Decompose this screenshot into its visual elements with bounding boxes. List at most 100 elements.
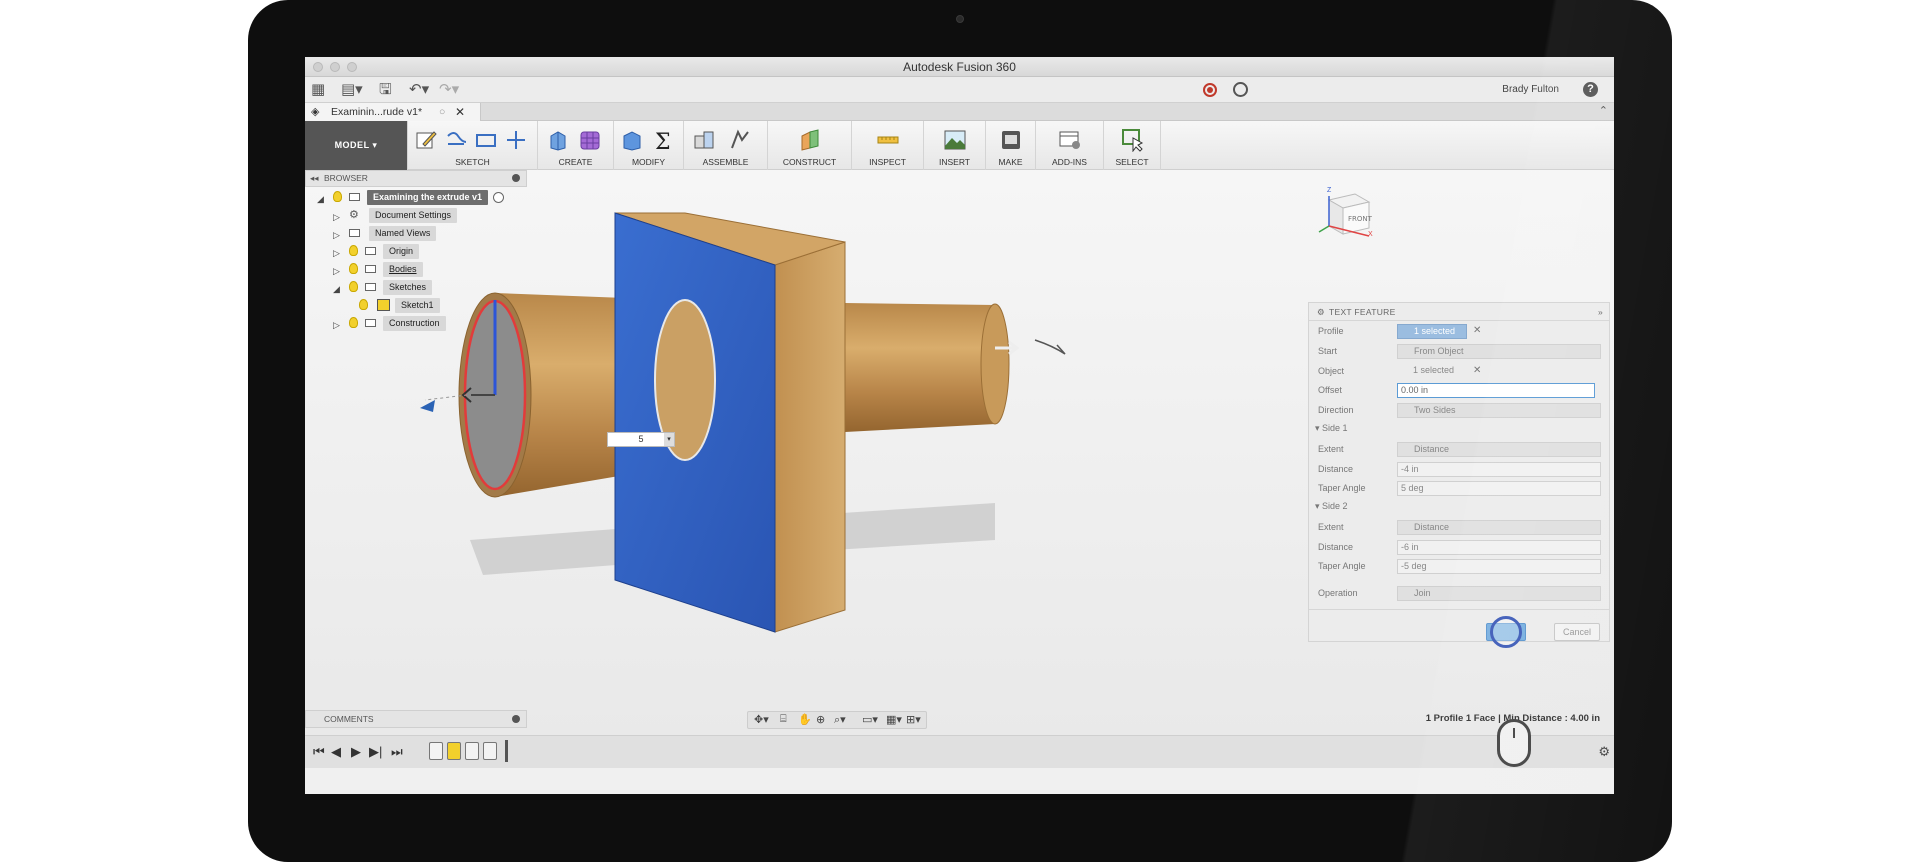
modify-group[interactable]: Σ MODIFY	[613, 121, 683, 170]
extrude-icon[interactable]	[546, 128, 570, 152]
browser-item-bodies[interactable]: ▷ Bodies	[333, 262, 503, 277]
step-back-icon[interactable]: ◀	[331, 744, 341, 760]
side2-distance-input[interactable]: -6 in	[1397, 540, 1601, 555]
close-window-button[interactable]	[313, 62, 323, 72]
undo-icon[interactable]: ↶▾	[409, 81, 429, 99]
document-tab[interactable]: ◈ Examinin...rude v1* ○ ✕	[305, 103, 481, 121]
operation-dropdown[interactable]: Join	[1397, 586, 1601, 601]
3d-print-icon[interactable]	[999, 128, 1023, 152]
dialog-header[interactable]: ⚙ TEXT FEATURE »	[1309, 303, 1609, 321]
browser-item-sketch1[interactable]: Sketch1	[359, 298, 499, 313]
maximize-window-button[interactable]	[347, 62, 357, 72]
new-component-icon[interactable]	[692, 128, 716, 152]
sum-icon[interactable]: Σ	[652, 128, 676, 152]
step-forward-icon[interactable]: ▶|	[369, 744, 382, 760]
visibility-bulb-icon[interactable]	[349, 317, 358, 328]
select-group[interactable]: SELECT	[1103, 121, 1161, 170]
timeline-settings-icon[interactable]: ⚙	[1598, 744, 1610, 760]
zoom-icon[interactable]: ⊕	[816, 713, 825, 726]
side1-extent-dropdown[interactable]: Distance	[1397, 442, 1601, 457]
insert-group[interactable]: INSERT	[923, 121, 985, 170]
direction-dropdown[interactable]: Two Sides	[1397, 403, 1601, 418]
create-sketch-icon[interactable]	[414, 128, 438, 152]
save-icon[interactable]: 🖫	[379, 81, 392, 99]
clear-selection-icon[interactable]: ✕	[1473, 325, 1481, 336]
right-cylinder[interactable]	[845, 303, 995, 432]
browser-root[interactable]: ◢ Examining the extrude v1	[317, 190, 507, 205]
look-at-icon[interactable]: ⌸	[780, 713, 787, 726]
visibility-bulb-icon[interactable]	[333, 191, 342, 202]
offset-input[interactable]: 0.00 in	[1397, 383, 1595, 398]
expand-triangle-icon[interactable]: ▷	[333, 264, 340, 279]
go-to-start-icon[interactable]: ⏮	[313, 744, 325, 760]
assemble-group[interactable]: ASSEMBLE	[683, 121, 767, 170]
press-pull-icon[interactable]	[620, 128, 644, 152]
form-icon[interactable]	[578, 128, 602, 152]
side2-extent-dropdown[interactable]: Distance	[1397, 520, 1601, 535]
clear-object-icon[interactable]: ✕	[1473, 365, 1481, 376]
scripts-icon[interactable]	[1058, 128, 1082, 152]
profile-selector[interactable]: 1 selected	[1397, 324, 1467, 339]
insert-image-icon[interactable]	[943, 128, 967, 152]
viewcube[interactable]: FRONT Z X	[1315, 178, 1375, 238]
expand-triangle-icon[interactable]: ▷	[333, 228, 340, 243]
sketch-group[interactable]: SKETCH	[407, 121, 537, 170]
pin-comments-icon[interactable]	[512, 715, 520, 723]
object-selector[interactable]: 1 selected	[1397, 364, 1497, 379]
3d-viewport[interactable]: 5 ▾ FRONT Z X ◂◂ BROWSER ◢ Examining the…	[305, 170, 1614, 735]
collapse-triangle-icon[interactable]: ◢	[317, 192, 324, 207]
select-icon[interactable]	[1121, 128, 1145, 152]
point-tool-icon[interactable]	[504, 128, 528, 152]
comments-panel[interactable]: COMMENTS	[305, 710, 527, 728]
window-controls[interactable]	[313, 62, 357, 72]
timeline-feature-sketch[interactable]	[447, 742, 461, 760]
visibility-bulb-icon[interactable]	[349, 245, 358, 256]
grid-menu-icon[interactable]: ▦	[311, 81, 325, 99]
collapse-triangle-icon[interactable]: ◢	[333, 282, 340, 297]
play-icon[interactable]: ▶	[351, 744, 361, 760]
make-group[interactable]: MAKE	[985, 121, 1035, 170]
taper-angle-handle-right[interactable]	[1034, 339, 1066, 355]
construct-group[interactable]: CONSTRUCT	[767, 121, 851, 170]
side2-section[interactable]: ▾ Side 2	[1315, 501, 1348, 512]
browser-header[interactable]: ◂◂ BROWSER	[305, 170, 527, 187]
inspect-group[interactable]: INSPECT	[851, 121, 923, 170]
plate-side[interactable]	[774, 241, 846, 633]
cancel-button[interactable]: Cancel	[1554, 623, 1600, 641]
measure-icon[interactable]	[876, 128, 900, 152]
side1-taper-input[interactable]: 5 deg	[1397, 481, 1601, 496]
fit-icon[interactable]: ⌕▾	[834, 713, 846, 727]
browser-item-origin[interactable]: ▷ Origin	[333, 244, 503, 259]
timeline-marker[interactable]	[505, 740, 508, 762]
add-ins-group[interactable]: ADD-INS	[1035, 121, 1103, 170]
rectangle-tool-icon[interactable]	[474, 128, 498, 152]
orbit-icon[interactable]: ✥▾	[754, 713, 769, 726]
workspace-switcher[interactable]: MODEL ▾	[305, 121, 407, 170]
joint-icon[interactable]	[728, 128, 752, 152]
browser-item-construction[interactable]: ▷ Construction	[333, 316, 503, 331]
expand-triangle-icon[interactable]: ▷	[333, 318, 340, 333]
minimize-window-button[interactable]	[330, 62, 340, 72]
timeline-feature-plane[interactable]	[429, 742, 443, 760]
browser-item-sketches[interactable]: ◢ Sketches	[333, 280, 503, 295]
distance-input[interactable]: 5 ▾	[607, 432, 675, 447]
collapse-toolbar-icon[interactable]: ⌃	[1599, 104, 1608, 117]
file-menu-icon[interactable]: ▤▾	[341, 81, 363, 99]
expand-triangle-icon[interactable]: ▷	[333, 210, 340, 225]
line-tool-icon[interactable]	[444, 128, 468, 152]
pan-icon[interactable]: ✋	[798, 713, 812, 726]
grid-settings-icon[interactable]: ▦▾	[886, 713, 902, 726]
activate-radio-icon[interactable]	[493, 192, 504, 203]
dropdown-arrow-icon[interactable]: ▾	[664, 433, 674, 446]
browser-item-named-views[interactable]: ▷ Named Views	[333, 226, 503, 241]
collapse-browser-icon[interactable]: ◂◂	[310, 171, 319, 186]
right-cylinder-end[interactable]	[980, 303, 1010, 425]
record-icon[interactable]	[1203, 83, 1217, 97]
user-menu[interactable]: Brady Fulton	[1502, 84, 1559, 95]
browser-item-document-settings[interactable]: ▷ ⚙ Document Settings	[333, 208, 503, 223]
go-to-end-icon[interactable]: ⏭	[391, 744, 403, 760]
pin-browser-icon[interactable]	[512, 174, 520, 182]
close-tab-icon[interactable]: ✕	[455, 103, 465, 121]
offset-plane-icon[interactable]	[798, 128, 822, 152]
taper-angle-handle-left[interactable]	[420, 400, 435, 412]
